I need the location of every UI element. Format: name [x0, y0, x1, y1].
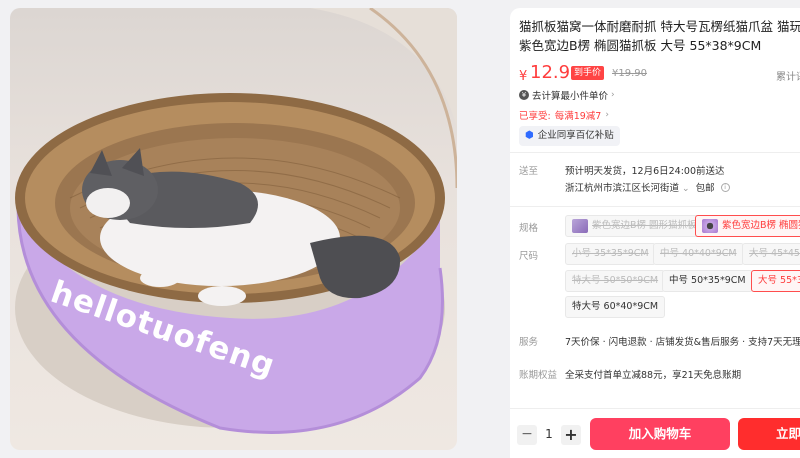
- service-text: 7天价保 · 闪电退款 · 店铺发货&售后服务 · 支持7天无理由退货: [565, 337, 800, 348]
- cat-bed-illustration: [15, 8, 457, 434]
- quantity-plus-button[interactable]: +: [561, 425, 581, 445]
- spec-thumbnail: [702, 219, 718, 233]
- enterprise-subsidy-badge[interactable]: ⬢ 企业同享百亿补贴: [519, 126, 620, 146]
- rights-label: 账期权益: [519, 370, 558, 381]
- calculator-icon: ¥: [519, 90, 529, 100]
- spec-label: 规格: [519, 223, 539, 234]
- size-option[interactable]: 特大号 60*40*9CM: [565, 296, 666, 318]
- spec-thumbnail: [572, 219, 588, 233]
- calc-unit-price-link[interactable]: ¥ 去计算最小件单价 ›: [519, 88, 615, 102]
- price-value: 12.9: [530, 62, 571, 83]
- chevron-down-icon: ⌄: [682, 184, 690, 194]
- size-label: 尺码: [519, 251, 539, 262]
- chevron-right-icon: ›: [611, 90, 615, 100]
- size-option-selected[interactable]: 大号 55*38: [751, 270, 800, 292]
- chevron-right-icon: ›: [605, 110, 609, 120]
- info-icon[interactable]: i: [720, 182, 730, 192]
- free-shipping-label: 包邮: [695, 183, 715, 194]
- product-title: 猫抓板猫窝一体耐磨耐抓 特大号瓦楞纸猫爪盆 猫玩具 紫色宽边B楞 椭圆猫抓板 大…: [519, 17, 800, 55]
- spec-option-text: 紫色宽边B楞 椭圆猫: [722, 220, 800, 231]
- product-photo[interactable]: hellotuofeng: [10, 8, 457, 450]
- delivery-address-row: 浙江杭州市滨江区长河街道 ⌄ 包邮 i: [565, 180, 730, 194]
- calc-link-text: 去计算最小件单价: [532, 91, 609, 102]
- delivery-estimate: 预计明天发货，12月6日24:00前送达: [565, 166, 725, 177]
- product-title-line1: 猫抓板猫窝一体耐磨耐抓 特大号瓦楞纸猫爪盆 猫玩具: [519, 19, 800, 34]
- service-label: 服务: [519, 337, 539, 348]
- discount-detail: 每满19减7: [554, 111, 602, 122]
- original-price: ¥19.90: [612, 68, 647, 79]
- divider: [510, 206, 800, 207]
- size-option[interactable]: 大号 45*45*: [742, 243, 800, 265]
- address-text: 浙江杭州市滨江区长河街道: [565, 183, 680, 194]
- quantity-value[interactable]: 1: [541, 427, 557, 441]
- spec-option-round[interactable]: 紫色宽边B楞 圆形猫抓板: [565, 215, 704, 237]
- currency-symbol: ¥: [519, 69, 528, 84]
- delivery-address[interactable]: 浙江杭州市滨江区长河街道 ⌄: [565, 180, 690, 194]
- divider: [510, 152, 800, 153]
- divider: [510, 408, 800, 409]
- discount-row[interactable]: 已享受: 每满19减7 ›: [519, 108, 609, 122]
- discount-label: 已享受:: [519, 111, 551, 122]
- rights-text: 全采支付首单立减88元，享21天免息账期: [565, 370, 742, 381]
- quantity-minus-button[interactable]: −: [517, 425, 537, 445]
- enterprise-icon: ⬢: [525, 130, 534, 141]
- shipping-label: 送至: [519, 166, 539, 177]
- spec-option-text: 紫色宽边B楞 圆形猫抓板: [592, 220, 697, 231]
- product-title-line2: 紫色宽边B楞 椭圆猫抓板 大号 55*38*9CM: [519, 38, 762, 53]
- final-price-badge: 到手价: [571, 66, 605, 80]
- size-option[interactable]: 小号 35*35*9CM: [565, 243, 656, 265]
- review-count-label[interactable]: 累计评价: [776, 68, 800, 83]
- enterprise-badge-text: 企业同享百亿补贴: [537, 130, 614, 141]
- add-to-cart-button[interactable]: 加入购物车: [590, 418, 730, 450]
- buy-now-button[interactable]: 立即: [738, 418, 800, 450]
- size-option[interactable]: 特大号 50*50*9CM: [565, 270, 666, 292]
- spec-option-oval[interactable]: 紫色宽边B楞 椭圆猫: [695, 215, 800, 237]
- product-info-panel: 猫抓板猫窝一体耐磨耐抓 特大号瓦楞纸猫爪盆 猫玩具 紫色宽边B楞 椭圆猫抓板 大…: [510, 8, 800, 458]
- product-image-card: hellotuofeng: [0, 0, 500, 458]
- size-option[interactable]: 中号 40*40*9CM: [653, 243, 744, 265]
- price-row: ¥ 12.9 到手价 ¥19.90 累计评价: [519, 62, 800, 86]
- size-option[interactable]: 中号 50*35*9CM: [662, 270, 753, 292]
